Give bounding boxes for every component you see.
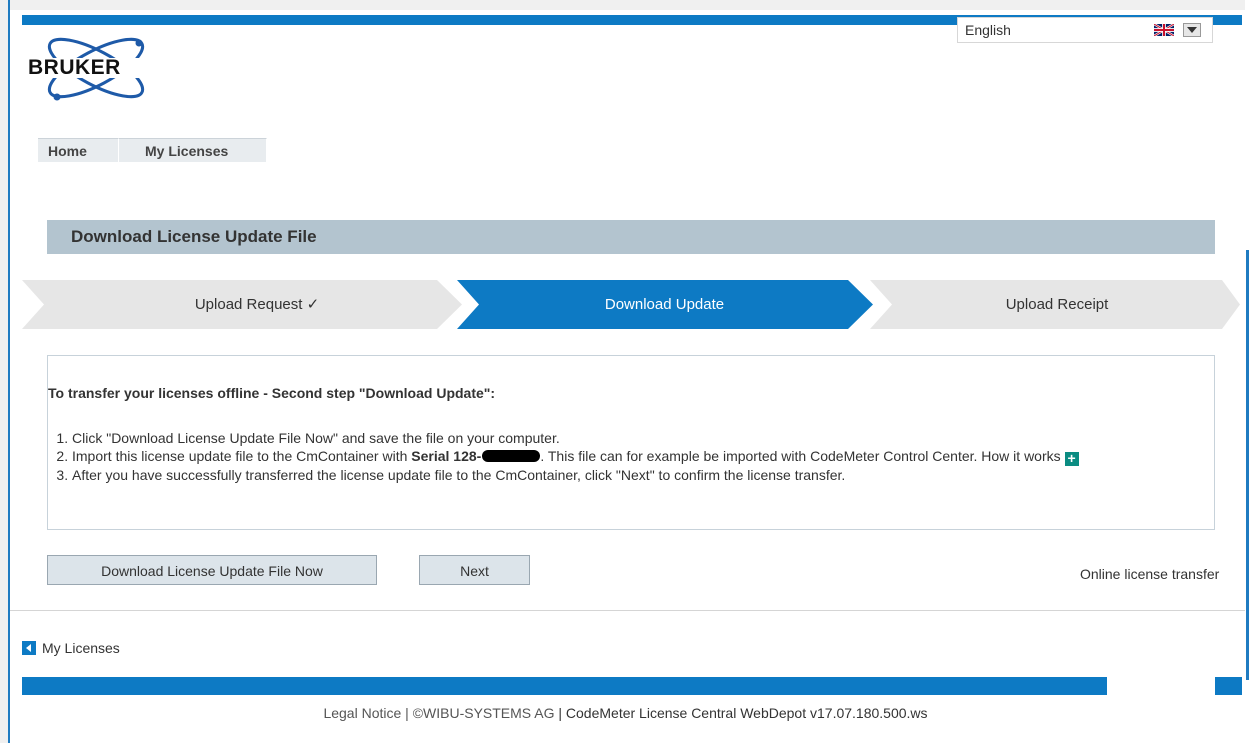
instruction-step-1: Click "Download License Update File Now"…	[72, 429, 1202, 447]
instruction-step-3: After you have successfully transferred …	[72, 466, 1202, 484]
logo-text: BRUKER	[28, 56, 121, 79]
back-link-label: My Licenses	[42, 640, 120, 656]
plus-icon[interactable]: +	[1064, 451, 1079, 466]
chevron-down-icon[interactable]	[1183, 23, 1201, 37]
download-license-button[interactable]: Download License Update File Now	[47, 555, 377, 585]
next-button[interactable]: Next	[419, 555, 530, 585]
language-value: English	[965, 22, 1011, 38]
step-upload-receipt: Upload Receipt	[1005, 296, 1109, 313]
page-title: Download License Update File	[47, 220, 1215, 254]
step-upload-request: Upload Request ✓	[194, 296, 320, 313]
back-to-my-licenses[interactable]: My Licenses	[22, 639, 120, 657]
language-select[interactable]: English	[957, 17, 1213, 43]
main-nav: Home My Licenses	[38, 138, 267, 162]
online-license-transfer-link[interactable]: Online license transfer	[1080, 566, 1219, 582]
instructions-list: Click "Download License Update File Now"…	[48, 429, 1202, 484]
uk-flag-icon	[1154, 24, 1174, 36]
window-left-edge	[0, 0, 8, 743]
instruction-step-2: Import this license update file to the C…	[72, 447, 1202, 466]
footer-accent-bar-right	[1215, 677, 1242, 695]
legal-notice-link[interactable]: Legal Notice | ©WIBU-SYSTEMS AG	[323, 705, 554, 721]
instruction-step-2-text: Import this license update file to the C…	[72, 448, 412, 464]
step-progress: Upload Request ✓ Download Update Upload …	[22, 280, 1240, 329]
nav-my-licenses[interactable]: My Licenses	[119, 138, 267, 162]
window-top-edge	[0, 0, 1251, 10]
instructions-heading: To transfer your licenses offline - Seco…	[48, 385, 496, 401]
serial-number: Serial 128-	[411, 448, 482, 464]
instructions-panel: To transfer your licenses offline - Seco…	[47, 355, 1215, 530]
redacted-serial	[482, 450, 541, 462]
instruction-step-2-suffix: . This file can for example be imported …	[540, 448, 1061, 464]
footer-separator: |	[554, 705, 566, 721]
divider	[10, 610, 1245, 611]
footer-accent-bar	[22, 677, 1107, 695]
bruker-logo: BRUKER	[28, 37, 156, 101]
window-left-accent	[8, 0, 10, 743]
window-right-accent	[1246, 250, 1249, 680]
chevron-left-icon	[22, 641, 36, 655]
footer: Legal Notice | ©WIBU-SYSTEMS AG | CodeMe…	[0, 705, 1251, 721]
nav-home[interactable]: Home	[38, 138, 119, 162]
footer-product: CodeMeter License Central WebDepot v17.0…	[565, 705, 928, 721]
step-download-update: Download Update	[604, 296, 725, 313]
